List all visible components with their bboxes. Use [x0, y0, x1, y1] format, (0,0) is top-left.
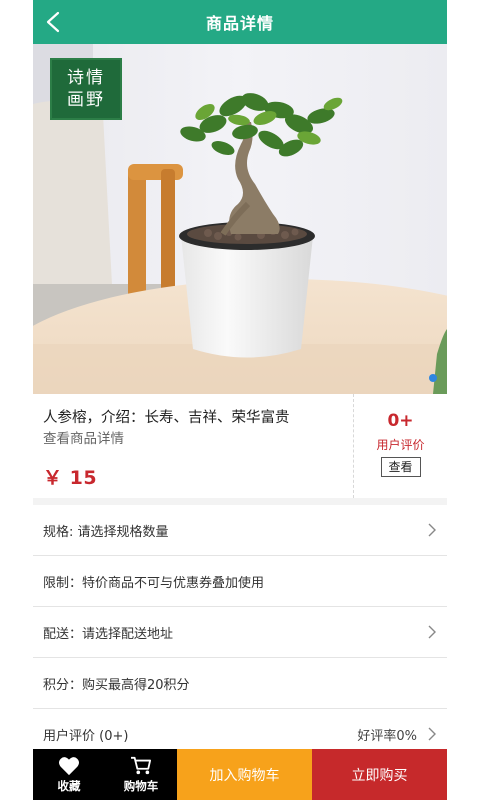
delivery-label: 配送：请选择配送地址 — [43, 626, 174, 642]
chevron-right-icon — [425, 727, 437, 741]
page-title: 商品详情 — [205, 14, 274, 33]
buy-now-button[interactable]: 立即购买 — [312, 749, 447, 800]
chevron-right-icon — [425, 625, 437, 639]
spec-label: 规格: 请选择规格数量 — [43, 524, 169, 540]
points-label: 积分：购买最高得20积分 — [43, 677, 190, 693]
points-row: 积分：购买最高得20积分 — [33, 658, 447, 709]
product-name: 人参榕，介绍：长寿、吉祥、荣华富贵 — [43, 410, 290, 426]
product-info-card: 人参榕，介绍：长寿、吉祥、荣华富贵 查看商品详情 ￥ 15 0+ 用户评价 查看 — [33, 394, 447, 498]
heart-icon — [59, 756, 79, 775]
brand-logo-line1: 诗情 — [67, 68, 105, 88]
view-reviews-button[interactable]: 查看 — [380, 457, 421, 477]
cart-button[interactable]: 购物车 — [105, 749, 177, 800]
phone-screen: 商品详情 诗情 画野 人参榕，介绍：长寿、吉祥、荣华富贵 查看商品详情 ￥ 15… — [33, 0, 447, 800]
product-price: ￥ 15 — [43, 467, 98, 489]
product-image-carousel[interactable]: 诗情 画野 — [33, 44, 447, 394]
view-product-details-link[interactable]: 查看商品详情 — [43, 429, 124, 449]
shopping-cart-icon — [131, 756, 151, 774]
delivery-row[interactable]: 配送：请选择配送地址 — [33, 607, 447, 658]
add-to-cart-button[interactable]: 加入购物车 — [177, 749, 312, 800]
top-navigation-bar: 商品详情 — [33, 0, 447, 44]
spec-row[interactable]: 规格: 请选择规格数量 — [33, 505, 447, 556]
review-summary: 0+ 用户评价 查看 — [354, 394, 447, 498]
review-label: 用户评价 — [376, 438, 425, 452]
brand-logo-line2: 画野 — [67, 90, 105, 110]
carousel-indicator[interactable] — [429, 374, 437, 382]
positive-rate: 好评率0% — [357, 728, 417, 744]
user-reviews-label: 用户评价 (0+) — [43, 728, 129, 744]
limit-label: 限制：特价商品不可与优惠券叠加使用 — [43, 575, 265, 591]
favorite-button[interactable]: 收藏 — [33, 749, 105, 800]
chevron-left-icon — [46, 11, 60, 33]
product-options-list: 规格: 请选择规格数量 限制：特价商品不可与优惠券叠加使用 配送：请选择配送地址… — [33, 505, 447, 760]
cart-label: 购物车 — [123, 778, 159, 793]
limit-row: 限制：特价商品不可与优惠券叠加使用 — [33, 556, 447, 607]
product-info-main: 人参榕，介绍：长寿、吉祥、荣华富贵 查看商品详情 ￥ 15 — [43, 408, 343, 490]
chevron-right-icon — [425, 523, 437, 537]
favorite-label: 收藏 — [57, 778, 81, 793]
back-button[interactable] — [39, 8, 67, 36]
brand-logo: 诗情 画野 — [50, 58, 122, 120]
review-count: 0+ — [387, 411, 414, 431]
bottom-action-bar: 收藏 购物车 加入购物车 立即购买 — [33, 749, 447, 800]
